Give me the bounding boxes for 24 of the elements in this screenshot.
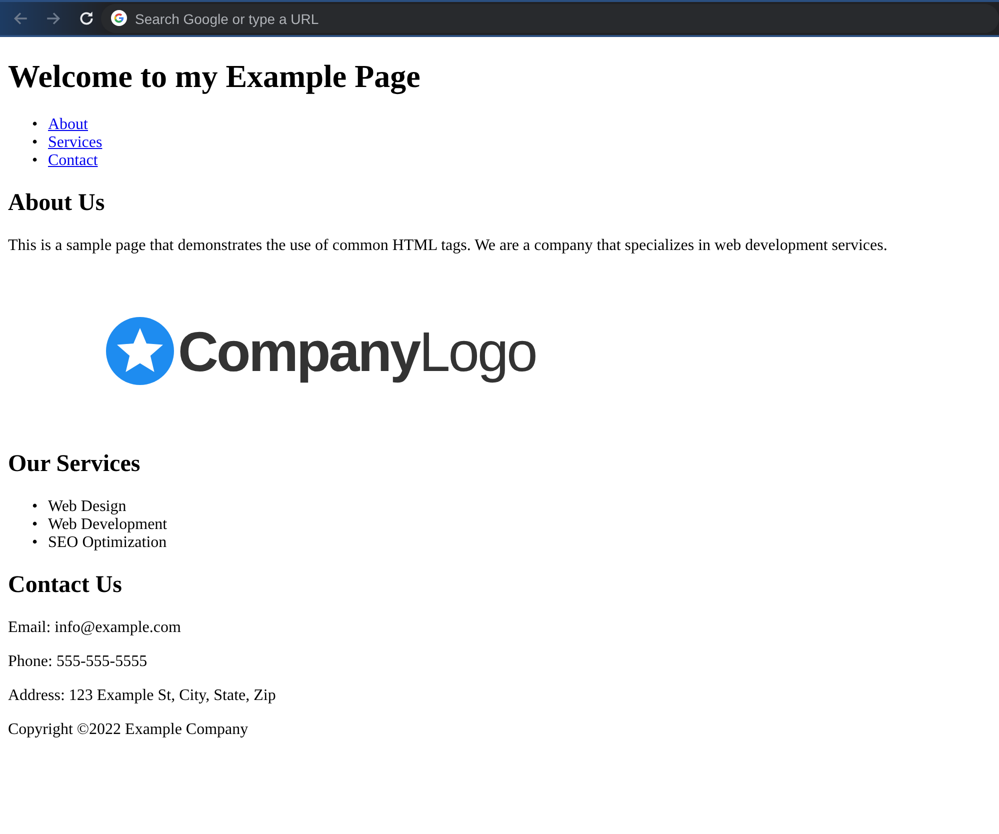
list-item: SEO Optimization	[48, 534, 167, 551]
copyright-text: Copyright ©2022 Example Company	[8, 721, 248, 738]
section-heading: Our Services	[8, 451, 142, 478]
nav-link[interactable]: About	[48, 116, 88, 133]
bullet: •	[32, 534, 38, 552]
list-item: Web Development	[48, 516, 168, 533]
nav-link[interactable]: Contact	[48, 152, 98, 169]
bullet: •	[32, 498, 38, 516]
bullet: •	[32, 516, 38, 534]
section-heading: Contact Us	[8, 572, 123, 599]
contact-line: Phone: 555-555-5555	[8, 653, 148, 670]
logo-text: CompanyLogo	[178, 318, 536, 384]
section-heading: About Us	[8, 190, 106, 217]
bullet: •	[32, 152, 38, 170]
address-field[interactable]: Search Google or type a URL	[101, 4, 999, 33]
bullet: •	[32, 116, 38, 134]
nav-link[interactable]: Services	[48, 134, 102, 151]
bullet: •	[32, 134, 38, 152]
list-item: Web Design	[48, 498, 126, 515]
contact-line: Address: 123 Example St, City, State, Zip	[8, 687, 276, 704]
reload-icon[interactable]	[78, 10, 95, 27]
paragraph: This is a sample page that demonstrates the use of common HTML tags. We are a company that specializes in web development services.	[8, 237, 888, 255]
page-title: Welcome to my Example Page	[8, 58, 422, 95]
contact-line: Email: info@example.com	[8, 619, 181, 636]
